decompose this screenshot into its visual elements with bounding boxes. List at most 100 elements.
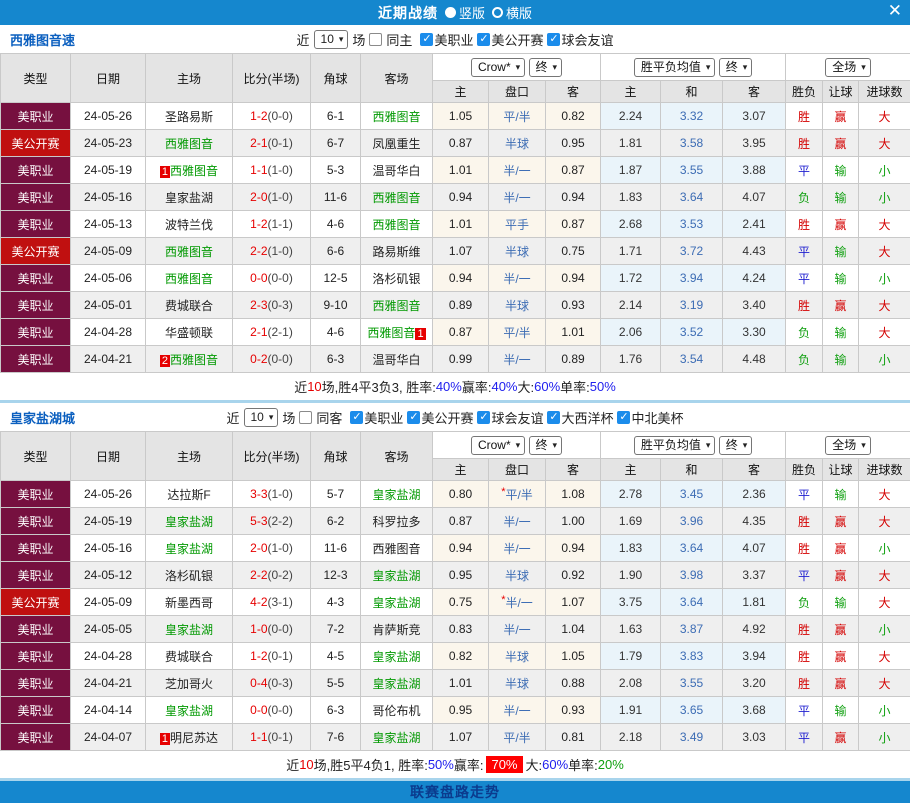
- league-checkbox[interactable]: ✓美职业: [350, 408, 403, 427]
- chevron-down-icon: ▾: [553, 60, 558, 75]
- asian-final-select[interactable]: 终▾: [529, 58, 563, 77]
- col-home: 主场: [146, 54, 233, 103]
- euro-avg-select[interactable]: 胜平负均值▾: [634, 58, 716, 77]
- euro-final-select[interactable]: 终▾: [719, 58, 753, 77]
- euro-draw-odds: 3.64: [661, 184, 723, 211]
- league-type-badge: 美职业: [1, 319, 71, 346]
- result-wdl: 平: [786, 238, 823, 265]
- away-team: 凤凰重生: [361, 130, 433, 157]
- chevron-down-icon: ▾: [861, 438, 866, 453]
- scope-select[interactable]: 全场▾: [825, 58, 871, 77]
- goals-over-under: 大: [859, 508, 910, 535]
- handicap-result: 赢: [823, 724, 859, 751]
- close-icon[interactable]: ✕: [888, 1, 902, 21]
- summary-segment: 70%: [486, 756, 522, 773]
- team-name: 西雅图音: [165, 245, 213, 259]
- score-cell: 2-2(0-2): [233, 562, 311, 589]
- league-checkbox[interactable]: ✓球会友谊: [477, 408, 543, 427]
- match-date: 24-05-26: [71, 103, 146, 130]
- recent-matches-table: 类型 日期 主场 比分(半场) 角球 客场 Crow*▾ 终▾ 胜平负均值▾ 终…: [0, 431, 910, 751]
- league-checkbox[interactable]: ✓中北美杯: [617, 408, 683, 427]
- col-ah-line: 盘口: [489, 459, 546, 481]
- goals-over-under: 小: [859, 346, 910, 373]
- asian-final-select[interactable]: 终▾: [529, 436, 563, 455]
- summary-segment: 20%: [598, 757, 624, 772]
- match-date: 24-05-01: [71, 292, 146, 319]
- radio-vertical[interactable]: 竖版: [445, 3, 485, 22]
- home-team: 波特兰伐: [146, 211, 233, 238]
- team-name: 圣路易斯: [165, 110, 213, 124]
- asian-handicap: 平手: [489, 211, 546, 238]
- euro-home-odds: 2.08: [601, 670, 661, 697]
- league-checkbox[interactable]: ✓美公开赛: [407, 408, 473, 427]
- footer-bar[interactable]: 联赛盘路走势: [0, 778, 910, 803]
- goals-over-under: 小: [859, 157, 910, 184]
- league-checkbox[interactable]: ✓大西洋杯: [547, 408, 613, 427]
- asian-home-odds: 1.01: [433, 670, 489, 697]
- summary-segment: 50%: [428, 757, 454, 772]
- summary-segment: 场,胜4平3负3, 胜率:: [322, 377, 436, 396]
- team-name: 皇家盐湖城: [10, 408, 75, 427]
- asian-handicap: 半球: [489, 292, 546, 319]
- euro-draw-odds: 3.54: [661, 346, 723, 373]
- col-ah-away: 客: [546, 81, 601, 103]
- league-type-badge: 美职业: [1, 211, 71, 238]
- full-time-score: 0-2: [250, 352, 267, 366]
- team-name: 费城联合: [165, 650, 213, 664]
- same-venue-checkbox[interactable]: [369, 33, 382, 46]
- match-date: 24-05-16: [71, 184, 146, 211]
- filter-bar: 近 10 ▾ 场 同客 ✓美职业✓美公开赛✓球会友谊✓大西洋杯✓中北美杯: [226, 408, 683, 427]
- euro-final-select[interactable]: 终▾: [719, 436, 753, 455]
- team-name: 西雅图音速: [10, 30, 75, 49]
- goals-over-under: 大: [859, 292, 910, 319]
- section-header: 皇家盐湖城 近 10 ▾ 场 同客 ✓美职业✓美公开赛✓球会友谊✓大西洋杯✓中北…: [0, 403, 910, 431]
- euro-home-odds: 1.63: [601, 616, 661, 643]
- bookmaker-select[interactable]: Crow*▾: [471, 58, 525, 77]
- score-cell: 0-2(0-0): [233, 346, 311, 373]
- corner-count: 5-7: [311, 481, 361, 508]
- match-date: 24-05-09: [71, 589, 146, 616]
- match-date: 24-04-21: [71, 346, 146, 373]
- team-name: 哥伦布机: [372, 704, 420, 718]
- away-team: 洛杉矶银: [361, 265, 433, 292]
- goals-over-under: 大: [859, 670, 910, 697]
- league-checkbox[interactable]: ✓球会友谊: [547, 30, 613, 49]
- result-wdl: 胜: [786, 643, 823, 670]
- titlebar: 近期战绩 竖版 横版 ✕: [0, 0, 910, 25]
- score-cell: 3-3(1-0): [233, 481, 311, 508]
- scope-select[interactable]: 全场▾: [825, 436, 871, 455]
- asian-handicap: *半/一: [489, 589, 546, 616]
- home-team: 2西雅图音: [146, 346, 233, 373]
- euro-draw-odds: 3.55: [661, 157, 723, 184]
- score-cell: 0-0(0-0): [233, 697, 311, 724]
- radio-horizontal[interactable]: 横版: [492, 3, 532, 22]
- asian-home-odds: 0.89: [433, 292, 489, 319]
- euro-home-odds: 2.78: [601, 481, 661, 508]
- recent-matches-table: 类型 日期 主场 比分(半场) 角球 客场 Crow*▾ 终▾ 胜平负均值▾ 终…: [0, 53, 910, 373]
- goals-over-under: 大: [859, 589, 910, 616]
- unit-label: 场: [352, 30, 365, 49]
- record-summary: 近10场,胜4平3负3, 胜率:40% 赢率:40% 大:60% 单率:50%: [0, 373, 910, 400]
- match-count-select[interactable]: 10 ▾: [314, 30, 349, 49]
- corner-count: 4-6: [311, 319, 361, 346]
- result-wdl: 胜: [786, 130, 823, 157]
- bookmaker-select[interactable]: Crow*▾: [471, 436, 525, 455]
- team-name: 皇家盐湖: [165, 623, 213, 637]
- col-result: 胜负: [786, 81, 823, 103]
- euro-away-odds: 3.88: [723, 157, 786, 184]
- home-team: 西雅图音: [146, 238, 233, 265]
- away-team: 皇家盐湖: [361, 562, 433, 589]
- same-venue-checkbox[interactable]: [299, 411, 312, 424]
- league-checkbox[interactable]: ✓美职业: [420, 30, 473, 49]
- chevron-down-icon: ▾: [743, 60, 748, 75]
- bookmaker-value: Crow*: [478, 438, 511, 453]
- home-team: 华盛顿联: [146, 319, 233, 346]
- handicap-result: 输: [823, 589, 859, 616]
- col-corner: 角球: [311, 54, 361, 103]
- full-time-score: 2-1: [250, 136, 267, 150]
- score-cell: 0-0(0-0): [233, 265, 311, 292]
- league-checkbox[interactable]: ✓美公开赛: [477, 30, 543, 49]
- match-count-select[interactable]: 10 ▾: [244, 408, 279, 427]
- euro-avg-select[interactable]: 胜平负均值▾: [634, 436, 716, 455]
- summary-segment: 60%: [542, 757, 568, 772]
